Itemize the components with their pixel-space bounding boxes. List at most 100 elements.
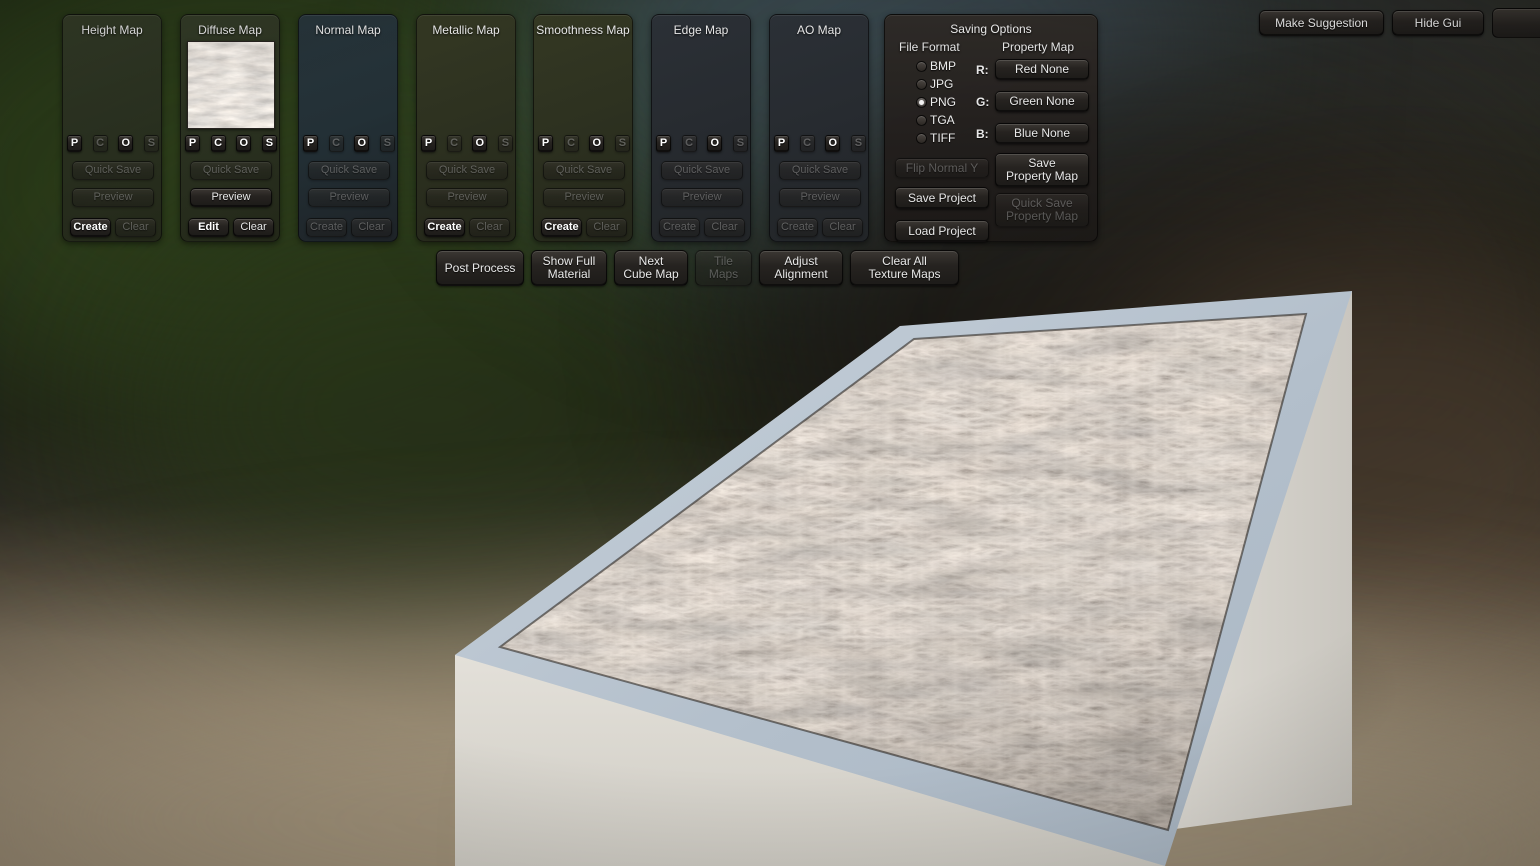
offscreen-panel-edge[interactable] [1492,8,1540,38]
preview-button[interactable]: Preview [72,188,154,207]
map-panel-actions: Create Clear [541,218,627,237]
map-toggle-s[interactable]: S [614,135,630,152]
map-panel-edge-map: Edge Map P C O S Quick Save Preview Create Clear [651,14,751,242]
red-channel-button[interactable]: Red None [995,59,1089,80]
channel-label-b: B: [976,127,989,141]
map-toggle-o[interactable]: O [236,135,252,152]
file-format-radio-jpg[interactable]: JPG [916,75,956,93]
preview-button[interactable]: Preview [190,188,272,207]
file-format-radio-bmp[interactable]: BMP [916,57,956,75]
map-toggle-c[interactable]: C [92,135,108,152]
hide-gui-button[interactable]: Hide Gui [1392,10,1484,36]
quick-save-button[interactable]: Quick Save [72,161,154,180]
map-toggle-o[interactable]: O [118,135,134,152]
file-format-radio-tiff[interactable]: TIFF [916,129,956,147]
map-toggle-p[interactable]: P [656,135,671,152]
map-toggle-o[interactable]: O [472,135,488,152]
map-toggle-o[interactable]: O [707,135,723,152]
map-toggle-c[interactable]: C [210,135,226,152]
quick-save-button[interactable]: Quick Save [543,161,625,180]
map-panel-title: Normal Map [315,23,381,37]
create-button[interactable]: Create [659,218,700,237]
quick-save-property-map-button[interactable]: Quick Save Property Map [995,193,1089,227]
map-toggle-o[interactable]: O [825,135,841,152]
blue-channel-button[interactable]: Blue None [995,123,1089,144]
map-toggle-c[interactable]: C [563,135,579,152]
preview-button[interactable]: Preview [426,188,508,207]
clear-button[interactable]: Clear [233,218,274,237]
map-toggle-s[interactable]: S [379,135,395,152]
file-format-radio-tga[interactable]: TGA [916,111,956,129]
clear-all-texture-maps-button[interactable]: Clear All Texture Maps [850,250,959,286]
map-toggle-c[interactable]: C [446,135,462,152]
map-toggle-p[interactable]: P [303,135,318,152]
channel-label-r: R: [976,63,989,77]
clear-button[interactable]: Clear [586,218,627,237]
file-format-label-text: TGA [930,113,955,127]
load-project-button[interactable]: Load Project [895,220,989,242]
map-toggle-s[interactable]: S [732,135,748,152]
green-channel-button[interactable]: Green None [995,91,1089,112]
clear-button[interactable]: Clear [822,218,863,237]
adjust-alignment-button[interactable]: Adjust Alignment [759,250,843,286]
radio-dot-icon [916,96,927,108]
create-button[interactable]: Create [541,218,582,237]
map-panel-height-map: Height Map P C O S Quick Save Preview Create Cle… [62,14,162,242]
save-project-button[interactable]: Save Project [895,187,989,209]
file-format-radio-group: BMP JPG PNG TGA TIFF [916,57,956,147]
next-cube-map-button[interactable]: Next Cube Map [614,250,688,286]
create-button[interactable]: Create [777,218,818,237]
map-toggle-row: PCOS [67,135,159,152]
map-toggle-p[interactable]: P [185,135,200,152]
preview-button[interactable]: Preview [543,188,625,207]
file-format-radio-png[interactable]: PNG [916,93,956,111]
file-format-label-text: JPG [930,77,954,91]
clear-button[interactable]: Clear [469,218,510,237]
preview-button[interactable]: Preview [661,188,743,207]
map-thumbnail-diffuse-map[interactable] [187,41,275,129]
map-toggle-row: PCOS [656,135,748,152]
file-format-label-text: PNG [930,95,957,109]
radio-dot-icon [916,78,927,90]
map-toggle-p[interactable]: P [67,135,82,152]
post-process-button[interactable]: Post Process [436,250,524,286]
create-button[interactable]: Create [70,218,111,237]
map-panel-actions: Create Clear [424,218,510,237]
map-toggle-row: PCOS [185,135,277,152]
create-button[interactable]: Create [306,218,347,237]
map-panel-actions: Edit Clear [188,218,274,237]
quick-save-button[interactable]: Quick Save [190,161,272,180]
create-button[interactable]: Create [424,218,465,237]
map-toggle-p[interactable]: P [774,135,789,152]
map-toggle-s[interactable]: S [497,135,513,152]
map-toggle-s[interactable]: S [143,135,159,152]
file-format-label-text: BMP [930,59,957,73]
clear-button[interactable]: Clear [704,218,745,237]
quick-save-button[interactable]: Quick Save [661,161,743,180]
map-toggle-p[interactable]: P [421,135,436,152]
edit-button[interactable]: Edit [188,218,229,237]
preview-button[interactable]: Preview [779,188,861,207]
preview-button[interactable]: Preview [308,188,390,207]
quick-save-button[interactable]: Quick Save [779,161,861,180]
save-property-map-button[interactable]: Save Property Map [995,153,1089,187]
saving-options-panel: Saving Options File Format Property Map … [884,14,1098,242]
map-toggle-c[interactable]: C [328,135,344,152]
map-toggle-o[interactable]: O [589,135,605,152]
map-toggle-p[interactable]: P [538,135,553,152]
map-toggle-o[interactable]: O [354,135,370,152]
quick-save-button[interactable]: Quick Save [308,161,390,180]
map-toggle-s[interactable]: S [850,135,866,152]
app-root: Height Map P C O S Quick Save Preview Create Cle… [0,0,1540,866]
clear-button[interactable]: Clear [115,218,156,237]
map-panel-diffuse-map: Diffuse Map P C O S Quick Save Preview Edit Clea… [180,14,280,242]
make-suggestion-button[interactable]: Make Suggestion [1259,10,1384,36]
map-toggle-c[interactable]: C [799,135,815,152]
map-toggle-c[interactable]: C [681,135,697,152]
clear-button[interactable]: Clear [351,218,392,237]
show-full-material-button[interactable]: Show Full Material [531,250,607,286]
map-toggle-s[interactable]: S [261,135,277,152]
tile-maps-button[interactable]: Tile Maps [695,250,752,286]
quick-save-button[interactable]: Quick Save [426,161,508,180]
flip-normal-y-button[interactable]: Flip Normal Y [895,158,989,178]
